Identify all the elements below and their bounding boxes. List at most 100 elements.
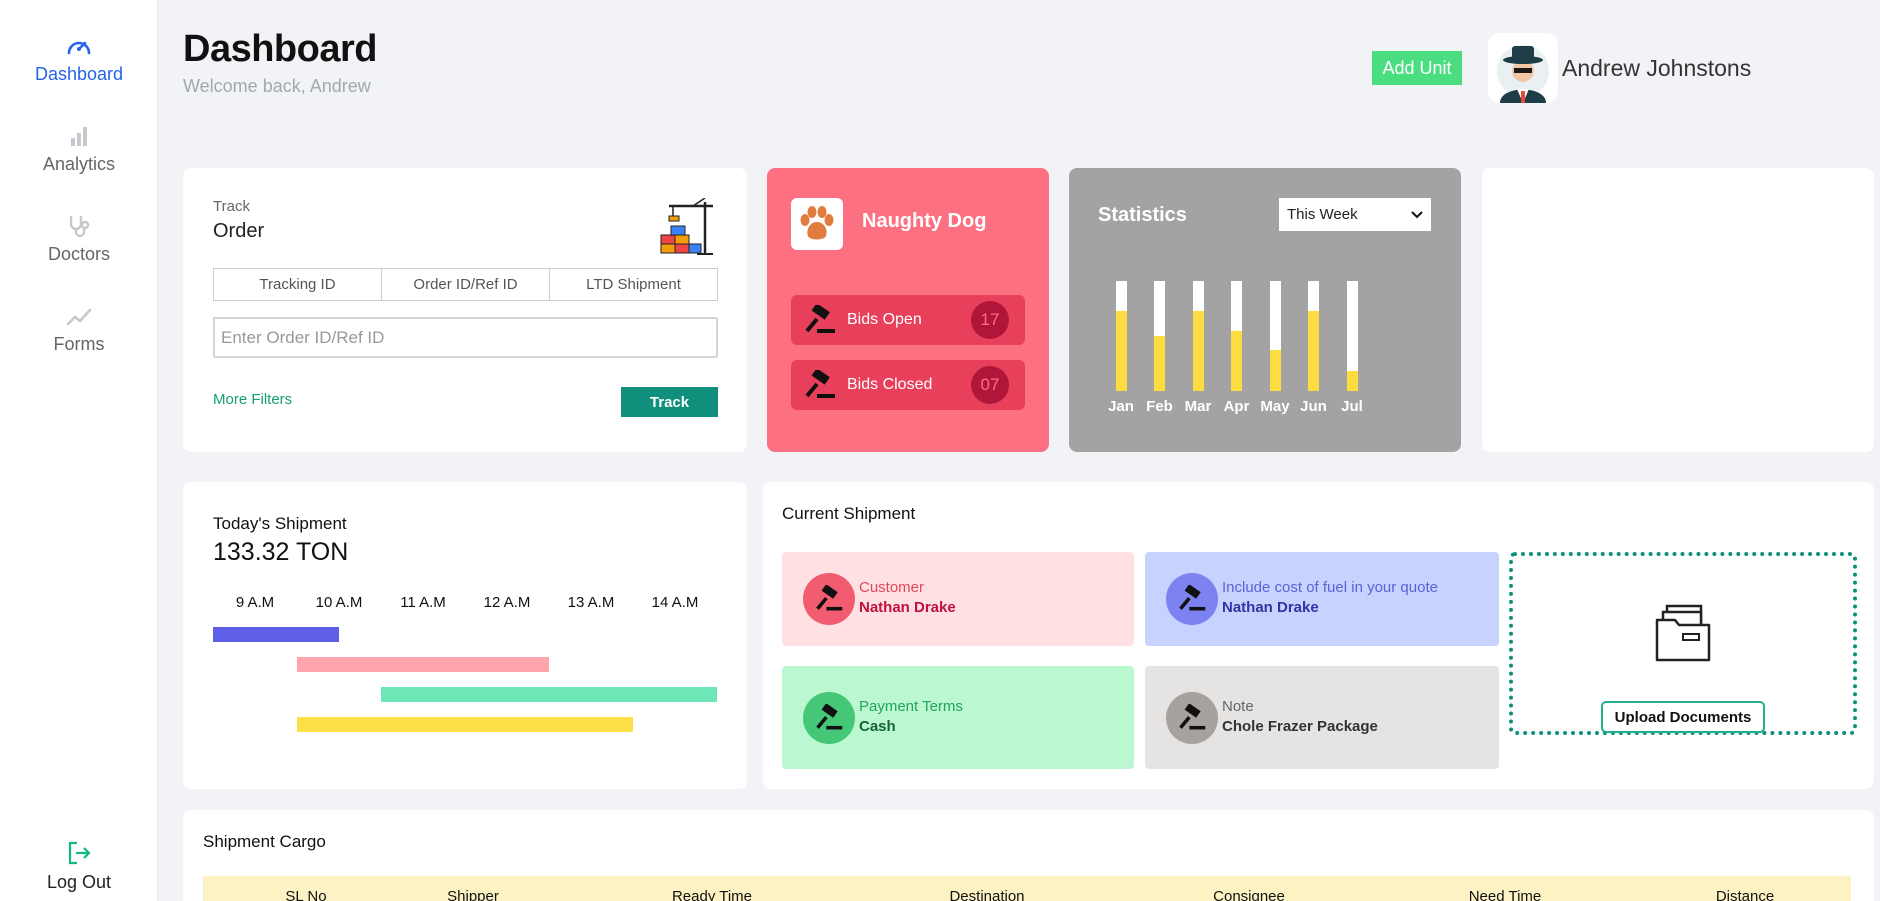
- add-unit-button[interactable]: Add Unit: [1372, 51, 1462, 85]
- track-button[interactable]: Track: [621, 387, 718, 417]
- sidebar-item-label: Dashboard: [34, 64, 124, 84]
- bids-open-count: 17: [971, 301, 1009, 339]
- logout-label: Log Out: [46, 872, 112, 892]
- period-select[interactable]: This Week: [1279, 198, 1431, 231]
- folder-documents-icon: [1655, 604, 1711, 662]
- stat-bar-fill: [1154, 336, 1165, 391]
- timeline-bar: [213, 627, 339, 642]
- tile-value: Cash: [859, 717, 896, 735]
- stat-bar-apr: [1231, 281, 1242, 391]
- stat-bar-fill: [1192, 310, 1204, 391]
- timeline-bar: [297, 717, 633, 732]
- timeline-time-label: 13 A.M: [567, 594, 615, 611]
- stat-bar-jan: [1115, 281, 1127, 391]
- trend-line-icon: [66, 308, 92, 326]
- stat-month-label: Feb: [1146, 398, 1173, 415]
- bids-closed-label: Bids Closed: [847, 376, 933, 393]
- shipment-info-tile: Include cost of fuel in your quote Nathan…: [1145, 552, 1499, 646]
- logout-button[interactable]: Log Out: [0, 840, 158, 893]
- sidebar-item-dashboard[interactable]: Dashboard: [0, 34, 158, 85]
- sidebar-item-analytics[interactable]: Analytics: [0, 124, 158, 175]
- statistics-card: Statistics This Week Jan Feb Mar Apr May Jun J…: [1069, 168, 1461, 452]
- sidebar-item-doctors[interactable]: Doctors: [0, 214, 158, 265]
- timeline-time-label: 10 A.M: [315, 594, 363, 611]
- naughty-dog-card: Naughty Dog Bids Open 17 Bids Closed 07: [767, 168, 1049, 452]
- user-avatar-icon: [1497, 45, 1549, 103]
- shipment-info-tile: Note Chole Frazer Package: [1145, 666, 1499, 769]
- gavel-icon-circle: [803, 691, 855, 744]
- column-header[interactable]: Need Time: [1469, 888, 1542, 901]
- stat-bar-fill: [1115, 310, 1127, 391]
- column-header[interactable]: Ready Time: [672, 888, 752, 901]
- gavel-icon: [805, 305, 835, 333]
- sidebar: Dashboard Analytics Doctors Forms Log Ou…: [0, 0, 158, 901]
- statistics-title: Statistics: [1098, 204, 1187, 226]
- stat-bar-feb: [1154, 281, 1165, 391]
- sidebar-item-label: Analytics: [42, 154, 116, 174]
- stat-month-label: Mar: [1184, 398, 1212, 415]
- column-header[interactable]: Consignee: [1213, 888, 1285, 901]
- tab-ltd-shipment[interactable]: LTD Shipment: [550, 269, 717, 300]
- stat-bar-fill: [1308, 310, 1319, 391]
- user-name: Andrew Johnstons: [1562, 55, 1752, 81]
- stat-bar-mar: [1192, 281, 1204, 391]
- stat-bar-jul: [1346, 281, 1358, 391]
- stat-bar-fill: [1346, 371, 1358, 391]
- stat-month-label: Apr: [1223, 398, 1250, 415]
- track-title: Order: [213, 220, 265, 242]
- chevron-down-icon: [1411, 210, 1423, 218]
- sidebar-item-forms[interactable]: Forms: [0, 304, 158, 355]
- bids-open-row[interactable]: Bids Open 17: [791, 295, 1025, 345]
- column-header[interactable]: Shipper: [447, 888, 499, 901]
- column-header[interactable]: Distance: [1716, 888, 1774, 901]
- gavel-icon-circle: [1166, 573, 1218, 625]
- stethoscope-icon: [69, 216, 90, 238]
- tile-label: Customer: [859, 579, 925, 596]
- gavel-icon: [805, 370, 835, 398]
- shipment-cargo-title: Shipment Cargo: [203, 832, 326, 851]
- tile-value: Nathan Drake: [859, 599, 956, 616]
- stat-bar-fill: [1269, 350, 1281, 391]
- shipment-cargo-card: Shipment Cargo SL No Shipper Ready Time …: [183, 810, 1874, 901]
- tab-tracking-id[interactable]: Tracking ID: [214, 269, 382, 300]
- gavel-icon: [816, 585, 843, 611]
- current-shipment-title: Current Shipment: [782, 504, 916, 523]
- todays-shipment-title: Today's Shipment: [213, 514, 347, 533]
- crane-containers-icon: [660, 198, 713, 255]
- speedometer-icon: [67, 41, 91, 55]
- timeline-time-label: 12 A.M: [483, 594, 531, 611]
- tile-label: Note: [1222, 697, 1254, 715]
- gavel-icon: [1179, 703, 1206, 729]
- order-id-input[interactable]: [213, 317, 718, 358]
- bids-open-label: Bids Open: [847, 311, 922, 328]
- gavel-icon-circle: [803, 573, 855, 625]
- avatar[interactable]: [1488, 33, 1558, 103]
- track-label: Track: [213, 198, 250, 215]
- gavel-icon: [816, 703, 843, 729]
- timeline-bar: [297, 657, 549, 672]
- sidebar-item-label: Doctors: [47, 244, 110, 264]
- track-order-card: Track Order Tracking ID Order ID/Ref ID …: [183, 168, 747, 452]
- empty-card: [1482, 168, 1874, 452]
- period-select-value: This Week: [1287, 206, 1358, 223]
- tile-value: Nathan Drake: [1222, 599, 1319, 616]
- tab-order-ref-id[interactable]: Order ID/Ref ID: [382, 269, 550, 300]
- bar-chart-icon: [71, 127, 87, 146]
- column-header[interactable]: Destination: [949, 888, 1024, 901]
- tracking-tabs: Tracking ID Order ID/Ref ID LTD Shipment: [213, 268, 718, 301]
- gavel-icon-circle: [1166, 691, 1218, 744]
- cargo-table-header: SL No Shipper Ready Time Destination Con…: [203, 876, 1851, 901]
- bids-closed-row[interactable]: Bids Closed 07: [791, 360, 1025, 410]
- stat-month-label: Jul: [1341, 398, 1363, 415]
- upload-dropzone[interactable]: Upload Documents: [1509, 552, 1857, 735]
- bids-closed-count: 07: [971, 366, 1009, 404]
- stat-bar-jun: [1308, 281, 1319, 391]
- page-title: Dashboard: [183, 28, 377, 70]
- gavel-icon: [1179, 585, 1206, 611]
- upload-documents-button[interactable]: Upload Documents: [1601, 701, 1765, 733]
- timeline-time-label: 14 A.M: [651, 594, 699, 611]
- tile-value: Chole Frazer Package: [1222, 717, 1378, 735]
- more-filters-link[interactable]: More Filters: [213, 391, 292, 408]
- column-header[interactable]: SL No: [285, 888, 326, 901]
- stat-month-label: Jun: [1300, 398, 1327, 415]
